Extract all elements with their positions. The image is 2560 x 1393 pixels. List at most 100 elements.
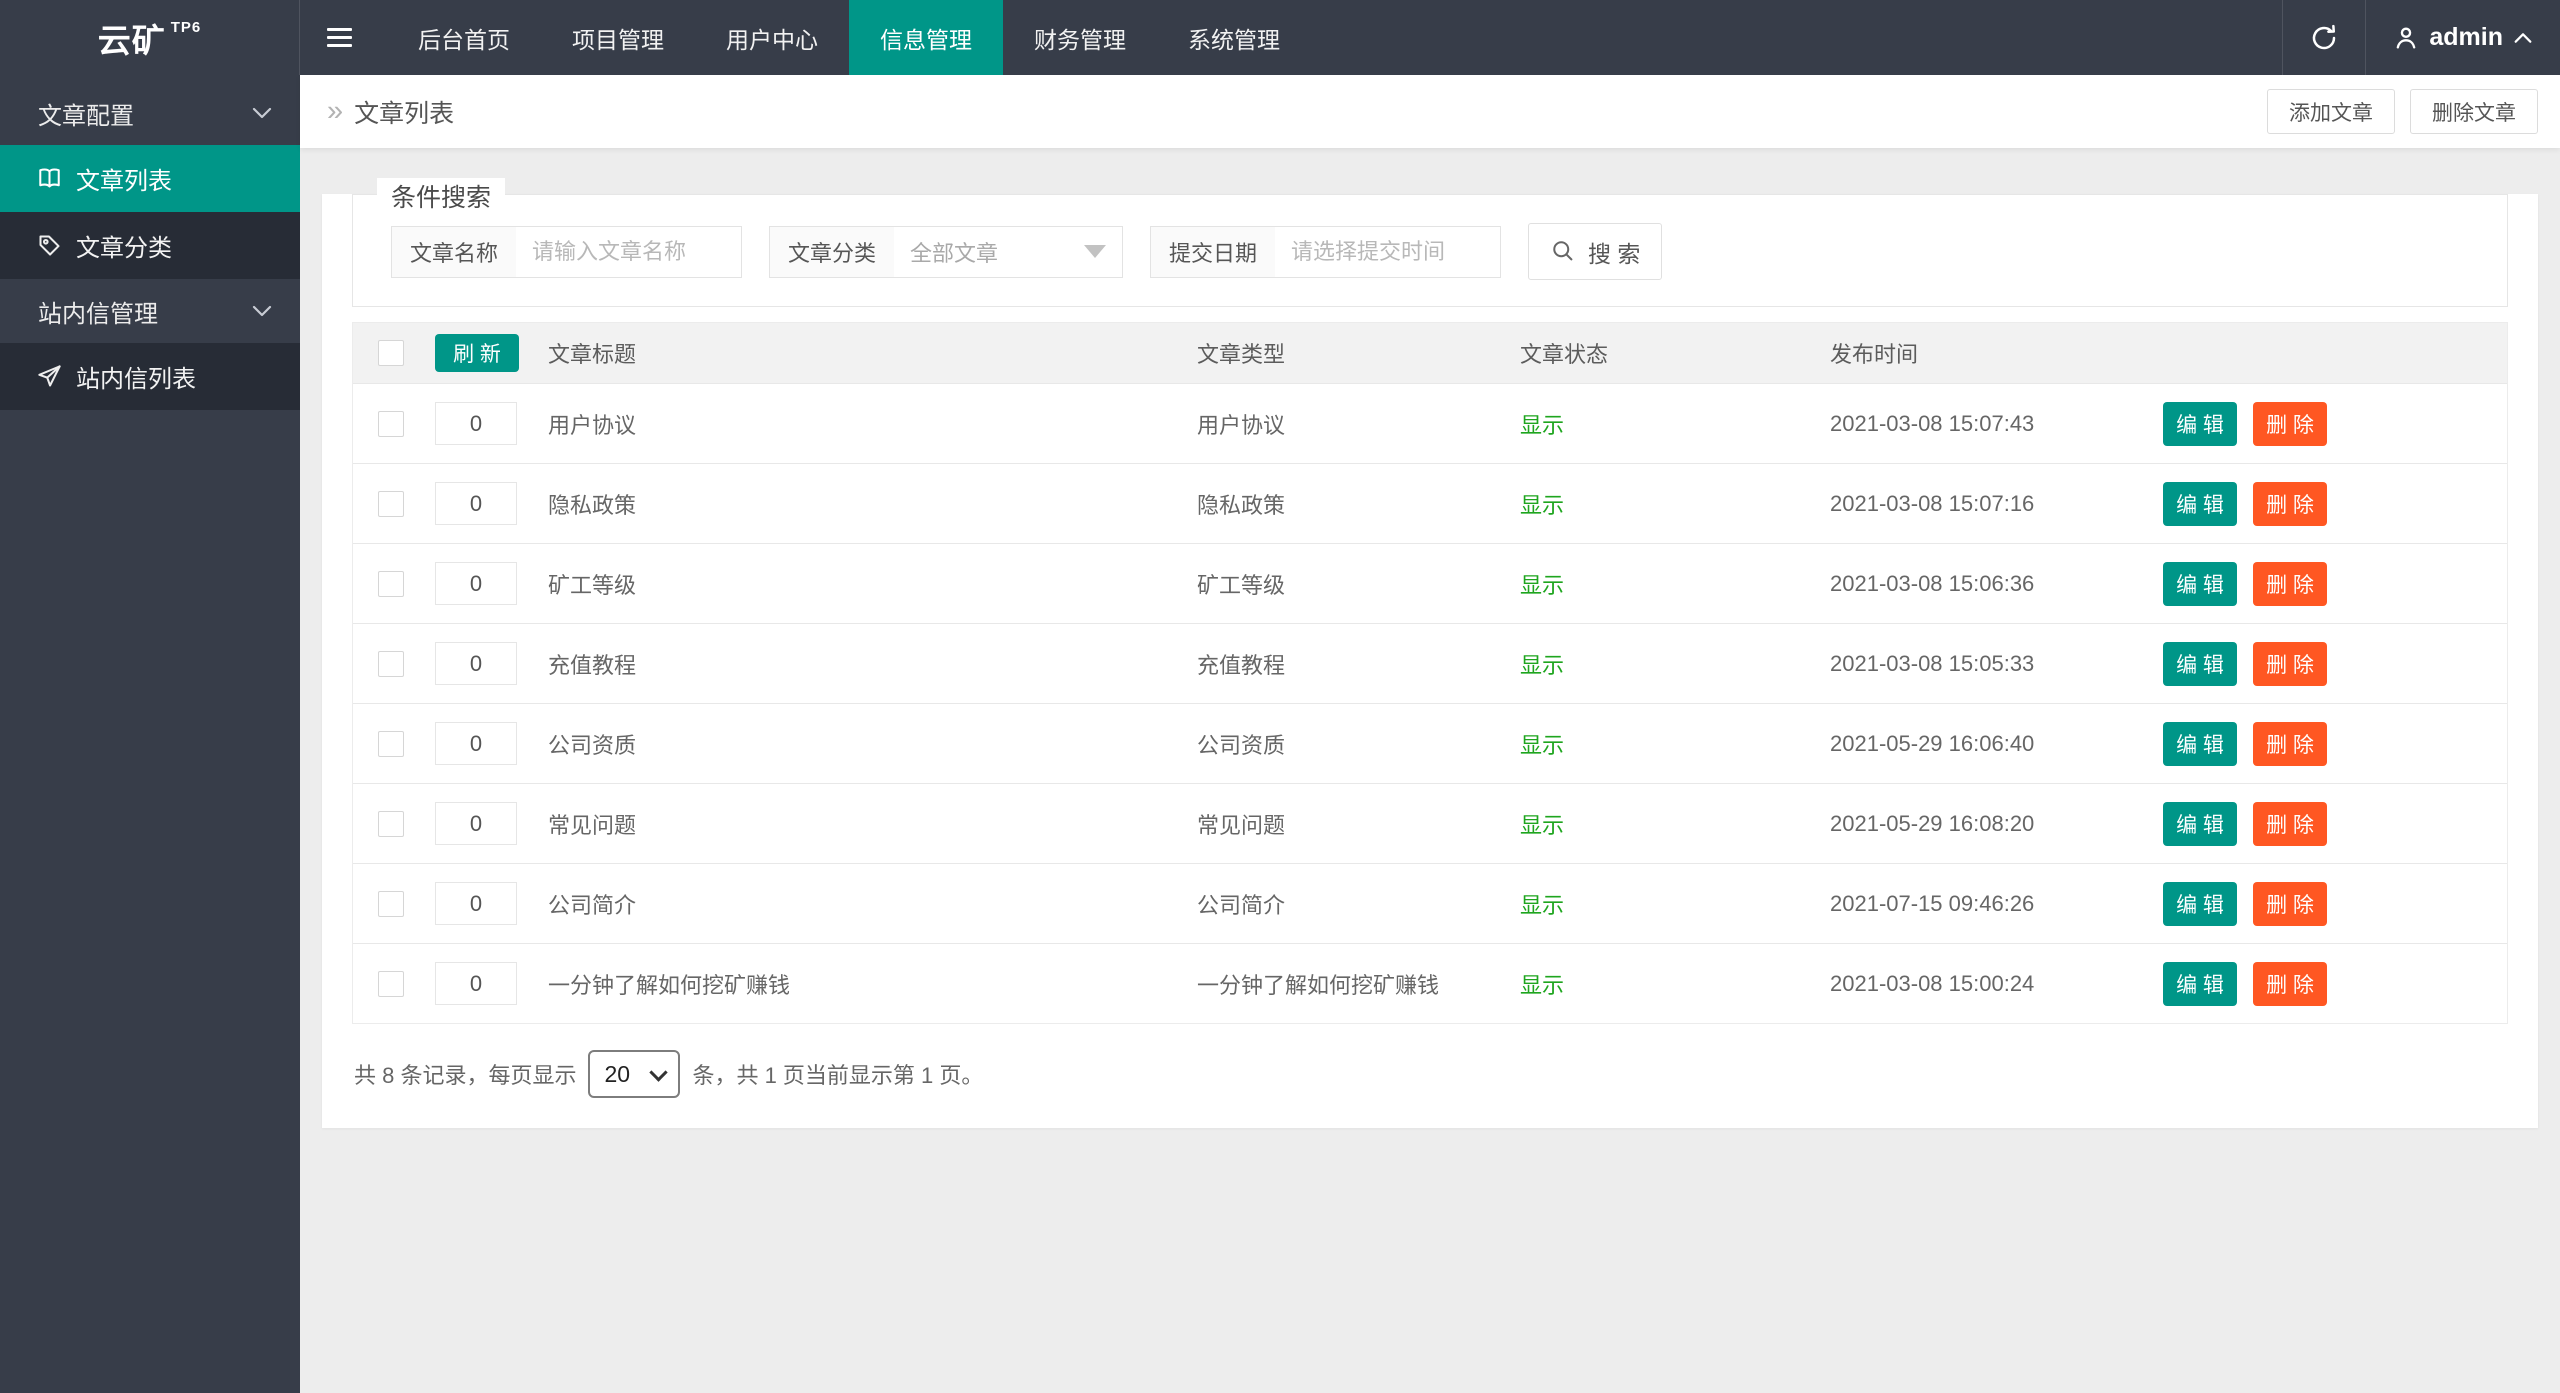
article-type: 一分钟了解如何挖矿赚钱 (1197, 972, 1440, 998)
pagination: 共 8 条记录，每页显示 20 条，共 1 页当前显示第 1 页。 (352, 1050, 2508, 1098)
app-logo[interactable]: 云矿 TP6 (0, 0, 300, 75)
edit-button[interactable]: 编 辑 (2163, 481, 2237, 526)
nav-item-dashboard[interactable]: 后台首页 (387, 0, 541, 75)
nav-item-projects[interactable]: 项目管理 (541, 0, 695, 75)
table-row: 隐私政策 隐私政策 显示 2021-03-08 15:07:16 编 辑 删 除 (353, 463, 2507, 543)
edit-button[interactable]: 编 辑 (2163, 641, 2237, 686)
sort-input[interactable] (435, 882, 517, 925)
edit-button[interactable]: 编 辑 (2163, 721, 2237, 766)
status-badge: 显示 (1520, 572, 1565, 598)
page-size-select[interactable]: 20 (588, 1050, 681, 1098)
nav-item-users[interactable]: 用户中心 (695, 0, 849, 75)
page-size-select-wrap: 20 (588, 1050, 681, 1098)
search-button-label: 搜 索 (1588, 240, 1641, 267)
edit-button[interactable]: 编 辑 (2163, 881, 2237, 926)
tag-icon (36, 232, 63, 259)
article-type: 公司简介 (1197, 892, 1286, 918)
sidebar-item-article-list[interactable]: 文章列表 (0, 145, 300, 212)
user-menu[interactable]: admin (2366, 0, 2560, 75)
nav-item-finance[interactable]: 财务管理 (1003, 0, 1157, 75)
row-checkbox[interactable] (378, 970, 404, 997)
status-badge: 显示 (1520, 812, 1565, 838)
status-badge: 显示 (1520, 652, 1565, 678)
delete-button[interactable]: 删 除 (2253, 401, 2327, 446)
table-row: 公司简介 公司简介 显示 2021-07-15 09:46:26 编 辑 删 除 (353, 863, 2507, 943)
edit-button[interactable]: 编 辑 (2163, 401, 2237, 446)
logo-text: 云矿 (97, 21, 166, 59)
article-type: 常见问题 (1197, 812, 1286, 838)
sort-input[interactable] (435, 402, 517, 445)
table-row: 矿工等级 矿工等级 显示 2021-03-08 15:06:36 编 辑 删 除 (353, 543, 2507, 623)
pagination-prefix: 共 8 条记录，每页显示 (354, 1063, 577, 1088)
delete-button[interactable]: 删 除 (2253, 721, 2327, 766)
delete-button[interactable]: 删 除 (2253, 881, 2327, 926)
delete-button[interactable]: 删 除 (2253, 961, 2327, 1006)
publish-time: 2021-03-08 15:05:33 (1830, 650, 2035, 676)
nav-item-system[interactable]: 系统管理 (1157, 0, 1311, 75)
article-type: 公司资质 (1197, 732, 1286, 758)
delete-button[interactable]: 删 除 (2253, 801, 2327, 846)
edit-button[interactable]: 编 辑 (2163, 801, 2237, 846)
article-name-input[interactable] (516, 226, 742, 277)
article-type: 充值教程 (1197, 652, 1286, 678)
article-title: 一分钟了解如何挖矿赚钱 (548, 972, 791, 998)
article-title: 公司资质 (548, 732, 637, 758)
table-row: 充值教程 充值教程 显示 2021-03-08 15:05:33 编 辑 删 除 (353, 623, 2507, 703)
publish-time: 2021-03-08 15:06:36 (1830, 570, 2035, 596)
row-checkbox[interactable] (378, 810, 404, 837)
article-category-group: 文章分类 全部文章 (769, 225, 1124, 278)
delete-button[interactable]: 删 除 (2253, 481, 2327, 526)
sort-input[interactable] (435, 482, 517, 525)
article-category-select[interactable]: 全部文章 (894, 227, 1122, 277)
sort-input[interactable] (435, 642, 517, 685)
delete-button[interactable]: 删 除 (2253, 561, 2327, 606)
sidebar-item-message-list[interactable]: 站内信列表 (0, 343, 300, 410)
article-name-label: 文章名称 (392, 226, 517, 277)
edit-button[interactable]: 编 辑 (2163, 561, 2237, 606)
publish-time: 2021-03-08 15:00:24 (1830, 970, 2035, 996)
sort-input[interactable] (435, 722, 517, 765)
sidebar-item-article-category[interactable]: 文章分类 (0, 212, 300, 279)
top-nav: 后台首页 项目管理 用户中心 信息管理 财务管理 系统管理 (387, 0, 1311, 75)
menu-toggle-icon[interactable] (300, 0, 379, 75)
refresh-button[interactable] (2282, 0, 2367, 75)
page-title: 文章列表 (354, 99, 455, 128)
sort-input[interactable] (435, 802, 517, 845)
breadcrumb: » 文章列表 (327, 94, 454, 130)
article-type: 用户协议 (1197, 412, 1286, 438)
article-title: 公司简介 (548, 892, 637, 918)
status-badge: 显示 (1520, 732, 1565, 758)
row-checkbox[interactable] (378, 410, 404, 437)
magnifier-icon (1550, 238, 1577, 265)
triangle-down-icon (1084, 245, 1107, 258)
username: admin (2429, 23, 2503, 51)
sort-input[interactable] (435, 962, 517, 1005)
table-refresh-button[interactable]: 刷 新 (435, 334, 519, 372)
add-article-button[interactable]: 添加文章 (2267, 89, 2395, 134)
article-category-label: 文章分类 (770, 226, 895, 277)
delete-button[interactable]: 删 除 (2253, 641, 2327, 686)
breadcrumb-separator-icon: » (327, 95, 344, 127)
sidebar-group-label: 站内信管理 (38, 300, 158, 328)
row-checkbox[interactable] (378, 490, 404, 517)
article-table: 刷 新 文章标题 文章类型 文章状态 发布时间 用户协议 用户协议 显示 202… (352, 322, 2508, 1024)
row-checkbox[interactable] (378, 650, 404, 677)
row-checkbox[interactable] (378, 730, 404, 757)
submit-date-input[interactable] (1275, 226, 1501, 277)
sort-input[interactable] (435, 562, 517, 605)
delete-articles-button[interactable]: 删除文章 (2410, 89, 2538, 134)
table-header: 刷 新 文章标题 文章类型 文章状态 发布时间 (353, 323, 2507, 383)
sidebar-group-article-config[interactable]: 文章配置 (0, 81, 300, 145)
send-icon (36, 363, 63, 390)
search-fieldset: 条件搜索 文章名称 文章分类 全部文章 提交日期 (352, 178, 2508, 307)
refresh-icon (2309, 23, 2339, 53)
select-all-checkbox[interactable] (378, 340, 404, 366)
edit-button[interactable]: 编 辑 (2163, 961, 2237, 1006)
selected-category: 全部文章 (910, 240, 999, 266)
row-checkbox[interactable] (378, 570, 404, 597)
search-button[interactable]: 搜 索 (1528, 223, 1663, 280)
row-checkbox[interactable] (378, 890, 404, 917)
column-header-type: 文章类型 (1197, 342, 1286, 367)
nav-item-information[interactable]: 信息管理 (849, 0, 1003, 75)
sidebar-group-messages[interactable]: 站内信管理 (0, 279, 300, 343)
